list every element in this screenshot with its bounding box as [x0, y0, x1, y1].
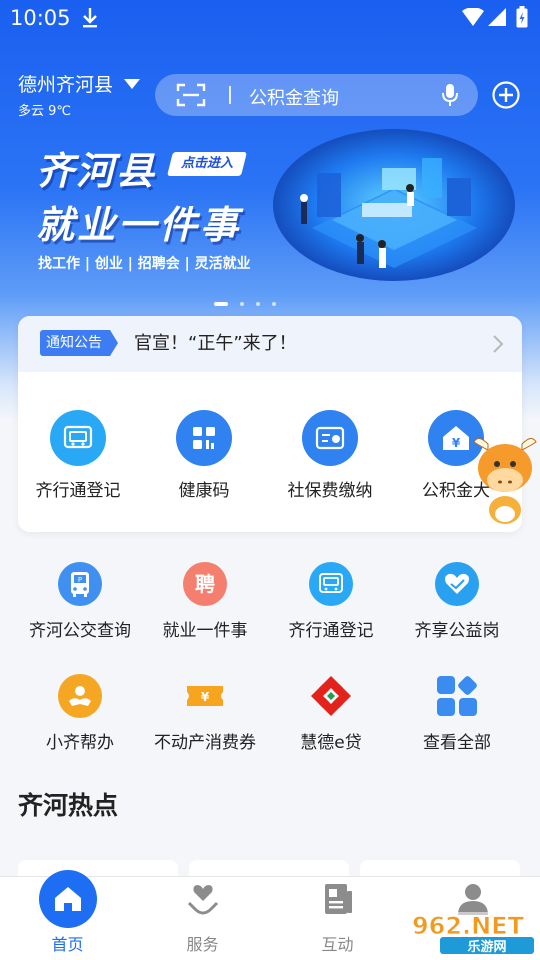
bank-logo-icon — [309, 674, 353, 718]
status-bar: 10:05 — [0, 0, 540, 36]
chevron-right-icon — [493, 335, 504, 353]
all-apps-icon — [435, 674, 479, 718]
quick-service-label: 健康码 — [178, 481, 230, 501]
carousel-dot[interactable] — [214, 301, 228, 306]
caret-down-icon — [124, 78, 141, 89]
location-selector[interactable]: 德州齐河县 — [18, 70, 141, 97]
service-public-welfare[interactable]: 齐享公益岗 — [392, 562, 522, 641]
wifi-icon — [462, 8, 484, 26]
watermark-logo: 962.NET 乐游网 — [398, 906, 538, 958]
isometric-office-illustration — [273, 129, 515, 281]
banner-title-line2: 就业一件事 — [36, 203, 242, 247]
carousel-indicator — [214, 293, 288, 312]
service-label: 查看全部 — [423, 733, 491, 753]
service-label: 小齐帮办 — [46, 733, 114, 753]
tab-service[interactable]: 服务 — [135, 877, 270, 955]
watermark-text: 962.NET — [412, 912, 525, 940]
tab-label: 首页 — [51, 935, 84, 954]
quick-service-label: 社保费缴纳 — [287, 481, 373, 501]
quick-service-qixingtong[interactable]: 齐行通登记 — [18, 410, 138, 501]
weather-text: 多云 9℃ — [18, 104, 72, 119]
service-huide-loan[interactable]: 慧德e贷 — [266, 674, 396, 753]
battery-icon — [516, 6, 528, 28]
quick-service-label: 齐行通登记 — [35, 481, 121, 501]
helper-icon — [58, 674, 102, 718]
bus-card-icon — [309, 562, 353, 606]
tab-interact[interactable]: 互动 — [270, 877, 405, 955]
service-helper[interactable]: 小齐帮办 — [15, 674, 145, 753]
mascot-cow-icon[interactable] — [470, 430, 540, 526]
hire-icon: 聘 — [183, 562, 227, 606]
svg-text:¥: ¥ — [201, 690, 210, 704]
service-label: 慧德e贷 — [300, 733, 362, 753]
service-label: 就业一件事 — [162, 621, 248, 641]
service-employment[interactable]: 聘 就业一件事 — [140, 562, 270, 641]
notice-text: 官宣！“正午”来了！ — [134, 333, 297, 354]
banner-enter-badge[interactable]: 点击进入 — [167, 152, 247, 176]
bus-card-icon — [50, 410, 106, 466]
section-title-hotspots: 齐河热点 — [18, 791, 119, 820]
svg-text:P: P — [78, 576, 82, 584]
bus-icon: P — [58, 562, 102, 606]
search-bar[interactable]: 公积金查询 — [155, 74, 478, 116]
banner-badge-label: 点击进入 — [180, 156, 233, 171]
scan-icon[interactable] — [176, 83, 206, 107]
coupon-icon: ¥ — [183, 674, 227, 718]
service-qixingtong[interactable]: 齐行通登记 — [266, 562, 396, 641]
search-input[interactable]: 公积金查询 — [249, 84, 339, 110]
heart-hand-icon — [435, 562, 479, 606]
qr-grid-icon — [176, 410, 232, 466]
service-label: 齐行通登记 — [288, 621, 374, 641]
service-label: 不动产消费券 — [154, 733, 256, 753]
banner-title-line1: 齐河县 — [36, 149, 157, 193]
tab-label: 服务 — [186, 935, 219, 954]
search-divider — [229, 86, 231, 104]
quick-service-health-code[interactable]: 健康码 — [144, 410, 264, 501]
svg-text:¥: ¥ — [452, 436, 461, 450]
service-property-coupon[interactable]: ¥ 不动产消费券 — [140, 674, 270, 753]
home-icon — [38, 869, 98, 929]
service-label: 齐河公交查询 — [29, 621, 131, 641]
notice-bar[interactable]: 通知公告 官宣！“正午”来了！ — [18, 316, 522, 372]
add-circle-icon[interactable] — [492, 81, 520, 109]
banner-subtitle: 找工作 | 创业 | 招聘会 | 灵活就业 — [38, 256, 251, 272]
location-name: 德州齐河县 — [18, 74, 114, 96]
card-icon — [302, 410, 358, 466]
interact-icon — [308, 869, 368, 929]
status-time: 10:05 — [10, 6, 71, 30]
carousel-dot[interactable] — [256, 301, 260, 306]
quick-services-card: 通知公告 官宣！“正午”来了！ 齐行通登记 健康码 社保费缴纳 ¥ 公积金大 — [18, 316, 522, 532]
watermark-subtext: 乐游网 — [467, 939, 506, 955]
service-icon — [173, 869, 233, 929]
service-view-all[interactable]: 查看全部 — [392, 674, 522, 753]
tab-home[interactable]: 首页 — [0, 870, 135, 955]
tab-label: 互动 — [321, 935, 354, 954]
quick-service-social-insurance[interactable]: 社保费缴纳 — [270, 410, 390, 501]
download-icon — [83, 8, 97, 28]
signal-icon — [488, 8, 506, 26]
service-bus-query[interactable]: P 齐河公交查询 — [15, 562, 145, 641]
notice-tag: 通知公告 — [40, 330, 118, 356]
svg-text:聘: 聘 — [195, 572, 215, 596]
microphone-icon[interactable] — [440, 83, 460, 107]
carousel-dot[interactable] — [272, 301, 276, 306]
service-label: 齐享公益岗 — [414, 621, 500, 641]
carousel-dot[interactable] — [240, 301, 244, 306]
